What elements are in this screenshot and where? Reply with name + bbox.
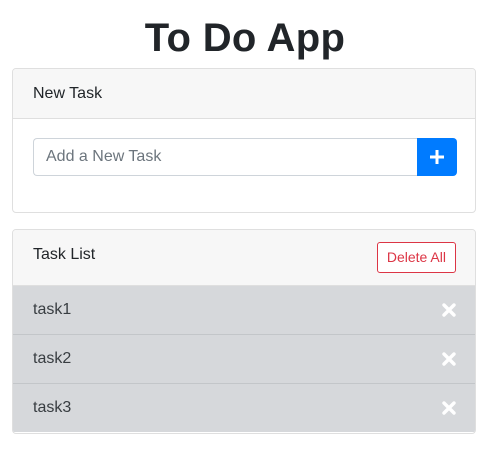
task-list-header: Task List Delete All <box>13 230 475 286</box>
close-icon[interactable] <box>442 352 456 366</box>
close-icon[interactable] <box>442 303 456 317</box>
task-label: task3 <box>33 399 72 416</box>
task-list-card: Task List Delete All task1 task2 task3 <box>12 229 476 434</box>
add-task-button[interactable] <box>417 138 457 176</box>
task-item: task2 <box>13 335 475 384</box>
task-label: task2 <box>33 350 72 367</box>
task-item: task1 <box>13 286 475 335</box>
plus-icon <box>430 150 444 164</box>
task-list: task1 task2 task3 <box>13 286 475 432</box>
close-icon[interactable] <box>442 401 456 415</box>
new-task-input[interactable] <box>33 138 417 176</box>
task-item: task3 <box>13 384 475 432</box>
app-title: To Do App <box>144 16 346 60</box>
new-task-header: New Task <box>13 69 475 119</box>
task-label: task1 <box>33 301 72 318</box>
delete-all-button[interactable]: Delete All <box>376 242 456 273</box>
task-list-title: Task List <box>33 246 96 263</box>
new-task-input-group <box>33 138 457 176</box>
new-task-card: New Task <box>12 68 476 213</box>
